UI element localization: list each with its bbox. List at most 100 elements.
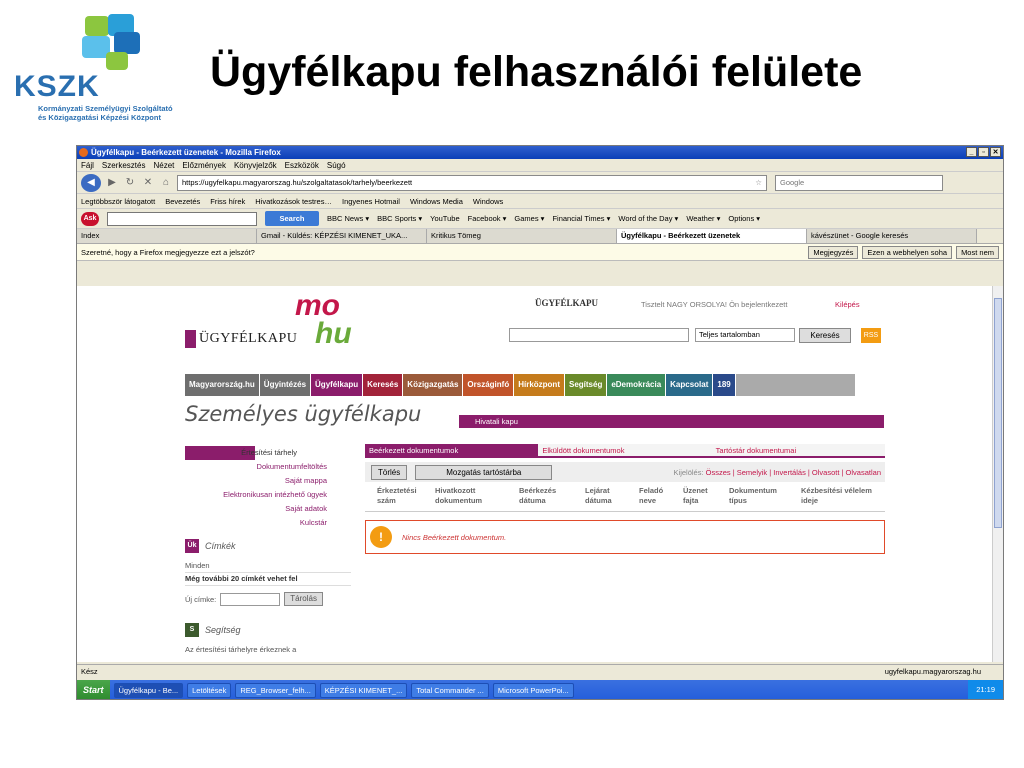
remember-button[interactable]: Megjegyzés — [808, 245, 859, 259]
nav-item[interactable]: 189 — [713, 374, 736, 396]
tab-sent[interactable]: Elküldött dokumentumok — [538, 444, 711, 456]
nav-item-active[interactable]: Ügyfélkapu — [311, 374, 364, 396]
ask-item[interactable]: Games ▾ — [514, 214, 544, 223]
menu-bookmarks[interactable]: Könyvjelzők — [234, 159, 277, 171]
menu-edit[interactable]: Szerkesztés — [102, 159, 146, 171]
side-menu-item[interactable]: Kulcstár — [185, 516, 327, 530]
ask-item[interactable]: Financial Times ▾ — [552, 214, 610, 223]
bookmark-item[interactable]: Legtöbbször látogatott — [81, 194, 155, 208]
menu-file[interactable]: Fájl — [81, 159, 94, 171]
scrollbar-thumb[interactable] — [994, 298, 1002, 528]
menu-help[interactable]: Súgó — [327, 159, 346, 171]
menu-tools[interactable]: Eszközök — [285, 159, 319, 171]
bookmark-item[interactable]: Windows Media — [410, 194, 463, 208]
ask-item[interactable]: BBC News ▾ — [327, 214, 369, 223]
nav-item[interactable]: eDemokrácia — [607, 374, 667, 396]
start-button[interactable]: Start — [77, 680, 110, 699]
bookmark-item[interactable]: Friss hírek — [210, 194, 245, 208]
tab-ugyfelkapu[interactable]: Ügyfélkapu - Beérkezett üzenetek — [617, 229, 807, 243]
bookmark-item[interactable]: Hivatkozások testres… — [255, 194, 332, 208]
maximize-icon[interactable]: ▫ — [978, 147, 989, 157]
labels-badge: Ük — [185, 539, 199, 553]
ask-item[interactable]: Options ▾ — [728, 214, 760, 223]
move-to-storage-button[interactable]: Mozgatás tartóstárba — [415, 464, 553, 480]
selection-options[interactable]: Összes | Semelyik | Invertálás | Olvasot… — [706, 468, 881, 477]
side-menu-item[interactable]: Dokumentumfeltöltés — [185, 460, 327, 474]
site-search-button[interactable]: Keresés — [799, 328, 851, 343]
minimize-icon[interactable]: _ — [966, 147, 977, 157]
ask-item[interactable]: Facebook ▾ — [468, 214, 507, 223]
nav-item[interactable]: Hírközpont — [514, 374, 565, 396]
ask-item[interactable]: BBC Sports ▾ — [377, 214, 422, 223]
hivatali-kapu-link[interactable]: Hivatali kapu — [459, 415, 884, 428]
nav-item[interactable]: Közigazgatás — [403, 374, 464, 396]
nav-item[interactable]: Ügyintézés — [259, 374, 312, 396]
search-scope-select[interactable]: Teljes tartalomban — [695, 328, 795, 342]
bookmark-item[interactable]: Ingyenes Hotmail — [342, 194, 400, 208]
menu-history[interactable]: Előzmények — [182, 159, 226, 171]
system-tray-clock[interactable]: 21:19 — [968, 680, 1003, 699]
not-now-button[interactable]: Most nem — [956, 245, 999, 259]
new-label-row: Új címke: Tárolás — [185, 592, 351, 606]
column-header[interactable]: Beérkezés dátuma — [515, 486, 581, 511]
home-icon[interactable]: ⌂ — [159, 177, 173, 188]
column-header[interactable]: Üzenet fajta — [679, 486, 725, 511]
window-titlebar[interactable]: Ügyfélkapu - Beérkezett üzenetek - Mozil… — [77, 146, 1003, 159]
ask-search-button[interactable]: Search — [265, 211, 319, 226]
windows-taskbar: Start Ügyfélkapu - Be... Letöltések REG_… — [77, 680, 1003, 699]
taskbar-item[interactable]: Microsoft PowerPoi... — [492, 682, 574, 698]
labels-panel-header: Ük Címkék — [185, 538, 351, 554]
tab-kritikus-tomeg[interactable]: Kritikus Tömeg — [427, 229, 617, 243]
logout-link[interactable]: Kilépés — [835, 300, 860, 309]
tab-google-search[interactable]: kávészünet - Google keresés — [807, 229, 977, 243]
side-menu-item[interactable]: Elektronikusan intézhető ügyek — [185, 488, 327, 502]
nav-item[interactable]: Kapcsolat — [666, 374, 714, 396]
address-bar[interactable]: https://ugyfelkapu.magyarorszag.hu/szolg… — [177, 174, 767, 191]
bookmark-item[interactable]: Bevezetés — [165, 194, 200, 208]
taskbar-item[interactable]: Letöltések — [187, 682, 232, 698]
close-icon[interactable]: ✕ — [990, 147, 1001, 157]
forward-icon[interactable]: ▶ — [105, 177, 119, 188]
side-menu-item[interactable]: Saját mappa — [185, 474, 327, 488]
taskbar-item[interactable]: Ügyfélkapu - Be... — [113, 682, 184, 698]
back-icon[interactable]: ◀ — [81, 173, 101, 192]
nav-item[interactable]: Segítség — [564, 374, 608, 396]
reload-icon[interactable]: ↻ — [123, 177, 137, 188]
column-header[interactable]: Érkeztetési szám — [365, 486, 431, 511]
delete-button[interactable]: Törlés — [371, 464, 408, 480]
stop-icon[interactable]: ✕ — [141, 177, 155, 188]
tab-storage[interactable]: Tartóstár dokumentumai — [712, 444, 885, 456]
tab-gmail[interactable]: Gmail - Küldés: KÉPZÉSI KIMENET_UKA... — [257, 229, 427, 243]
never-for-site-button[interactable]: Ezen a webhelyen soha — [862, 245, 953, 259]
column-header[interactable]: Feladó neve — [635, 486, 679, 511]
column-header[interactable]: Hivatkozott dokumentum — [431, 486, 515, 511]
page-scrollbar[interactable] — [992, 286, 1003, 662]
taskbar-item[interactable]: Total Commander ... — [411, 682, 489, 698]
menu-view[interactable]: Nézet — [153, 159, 174, 171]
star-icon[interactable]: ☆ — [755, 176, 766, 190]
nav-item[interactable]: Magyarország.hu — [185, 374, 260, 396]
side-menu-item[interactable]: Értesítési tárhely — [185, 446, 327, 460]
new-label-input[interactable] — [220, 592, 281, 606]
column-header[interactable]: Kézbesítési vélelem ideje — [797, 486, 877, 511]
ask-item[interactable]: Word of the Day ▾ — [618, 214, 678, 223]
side-menu-item[interactable]: Saját adatok — [185, 502, 327, 516]
bookmark-item[interactable]: Windows — [473, 194, 503, 208]
search-input[interactable]: Google — [775, 174, 943, 191]
tab-inbox[interactable]: Beérkezett dokumentumok — [365, 444, 539, 456]
taskbar-item[interactable]: KÉPZÉSI KIMENET_... — [319, 682, 408, 698]
taskbar-item[interactable]: REG_Browser_felh... — [235, 682, 316, 698]
column-header[interactable]: Lejárat dátuma — [581, 486, 635, 511]
ask-item[interactable]: YouTube — [430, 214, 459, 223]
nav-item[interactable]: Keresés — [363, 374, 404, 396]
url-text: https://ugyfelkapu.magyarorszag.hu/szolg… — [182, 177, 413, 187]
ask-item[interactable]: Weather ▾ — [686, 214, 720, 223]
tab-index[interactable]: Index — [77, 229, 257, 243]
nav-item[interactable]: Országinfó — [463, 374, 515, 396]
ask-search-input[interactable] — [107, 211, 257, 226]
column-header[interactable]: Dokumentum típus — [725, 486, 797, 511]
store-label-button[interactable]: Tárolás — [284, 592, 323, 606]
rss-icon[interactable]: RSS — [861, 328, 881, 343]
labels-all[interactable]: Minden — [185, 560, 351, 573]
site-search-input[interactable] — [509, 328, 689, 342]
